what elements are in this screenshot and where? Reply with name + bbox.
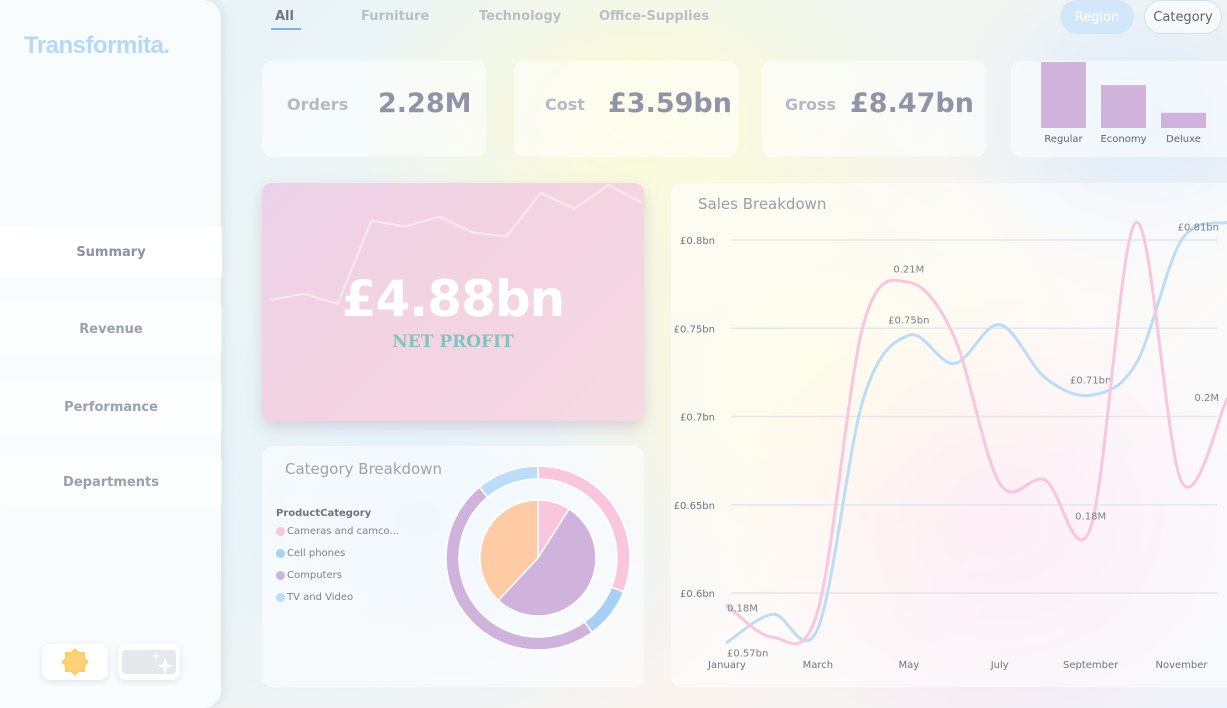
data-label: 0.18M <box>1075 512 1106 523</box>
category-donut-chart <box>445 465 631 651</box>
data-label: £0.75bn <box>888 315 929 326</box>
x-tick-label: May <box>898 660 919 671</box>
legend-item: Computers <box>276 570 342 581</box>
legend-title: ProductCategory <box>276 508 372 519</box>
data-label: £0.71bn <box>1070 375 1111 386</box>
category-breakdown-title: Category Breakdown <box>285 460 442 478</box>
legend-label: Computers <box>287 570 342 581</box>
segment-bar-label: Regular <box>1044 134 1083 145</box>
gross-card: Gross £8.47bn <box>762 61 986 157</box>
legend-swatch <box>276 549 285 558</box>
segment-bar[interactable] <box>1041 62 1086 128</box>
category-filter-button[interactable]: Category <box>1144 0 1222 34</box>
gross-value: £8.47bn <box>850 88 974 119</box>
net-profit-label: NET PROFIT <box>392 332 514 352</box>
sales-breakdown-card: Sales Breakdown £0.6bn £0.65bn £0.7bn £0.75… <box>671 183 1227 687</box>
legend-label: Cameras and camco... <box>287 526 399 537</box>
legend-item: TV and Video <box>276 592 353 603</box>
segment-bar-label: Deluxe <box>1166 134 1201 145</box>
legend-swatch <box>276 527 285 536</box>
net-profit-value: £4.88bn <box>341 270 566 328</box>
y-tick-label: £0.65bn <box>674 501 715 512</box>
sidebar-item-departments[interactable]: Departments <box>0 456 222 508</box>
app-logo: Transformita. <box>24 32 170 59</box>
sidebar-item-label: Departments <box>63 474 159 490</box>
orders-value: 2.28M <box>378 88 472 119</box>
sidebar-item-label: Revenue <box>79 321 143 337</box>
cost-card: Cost £3.59bn <box>514 61 738 157</box>
segment-bar-chart: Regular Economy Deluxe <box>1041 62 1206 145</box>
tab-all[interactable]: All <box>275 9 294 24</box>
active-tab-indicator <box>271 28 301 30</box>
orders-label: Orders <box>287 95 349 114</box>
data-label: £0.57bn <box>727 648 768 659</box>
x-tick-label: September <box>1063 660 1119 671</box>
sidebar-item-performance[interactable]: Performance <box>0 381 222 433</box>
segment-bar[interactable] <box>1161 112 1206 128</box>
tab-office-supplies[interactable]: Office-Supplies <box>599 9 709 24</box>
y-tick-label: £0.75bn <box>674 324 715 335</box>
segment-bar-label: Economy <box>1100 134 1146 145</box>
net-profit-card: £4.88bn NET PROFIT <box>262 183 644 421</box>
category-breakdown-card: Category Breakdown ProductCategory Camer… <box>262 446 644 687</box>
dark-theme-button[interactable] <box>118 644 180 680</box>
tab-technology[interactable]: Technology <box>479 9 561 24</box>
tab-furniture[interactable]: Furniture <box>361 9 429 24</box>
moon-stars-icon <box>122 650 176 674</box>
data-label: 0.2M <box>1194 393 1219 404</box>
sidebar-item-revenue[interactable]: Revenue <box>0 303 222 355</box>
data-label: 0.21M <box>893 264 924 275</box>
order-count-line[interactable] <box>725 220 1227 646</box>
x-tick-label: March <box>803 660 833 671</box>
light-theme-button[interactable] <box>42 644 108 680</box>
cost-value: £3.59bn <box>608 88 732 119</box>
legend-label: Cell phones <box>287 548 346 559</box>
y-tick-label: £0.8bn <box>680 236 715 247</box>
y-tick-label: £0.6bn <box>680 589 715 600</box>
y-tick-label: £0.7bn <box>680 413 715 424</box>
region-filter-button[interactable]: Region <box>1060 0 1134 34</box>
orders-card: Orders 2.28M <box>262 61 486 157</box>
legend-swatch <box>276 571 285 580</box>
x-tick-label: July <box>990 660 1009 671</box>
donut-outer-slice[interactable] <box>478 465 539 499</box>
x-tick-label: January <box>707 660 746 671</box>
sales-line-chart: £0.6bn £0.65bn £0.7bn £0.75bn £0.8bn January M… <box>674 220 1227 671</box>
sidebar-item-label: Performance <box>64 399 158 415</box>
sidebar: Transformita. Summary Revenue Performanc… <box>0 0 222 708</box>
sidebar-item-label: Summary <box>76 244 146 260</box>
legend-item: Cameras and camco... <box>276 526 399 537</box>
x-tick-label: November <box>1156 660 1209 671</box>
sidebar-item-summary[interactable]: Summary <box>0 226 222 278</box>
data-label: 0.18M <box>727 603 758 614</box>
legend-item: Cell phones <box>276 548 345 559</box>
segment-card: Regular Economy Deluxe <box>1011 61 1227 157</box>
cost-label: Cost <box>545 95 585 114</box>
gross-label: Gross <box>785 95 837 114</box>
sun-icon <box>61 648 89 676</box>
data-label: £0.81bn <box>1178 222 1219 233</box>
legend-label: TV and Video <box>287 592 354 603</box>
segment-bar[interactable] <box>1101 85 1146 128</box>
donut-outer-slice[interactable] <box>583 586 625 634</box>
legend-swatch <box>276 593 285 602</box>
